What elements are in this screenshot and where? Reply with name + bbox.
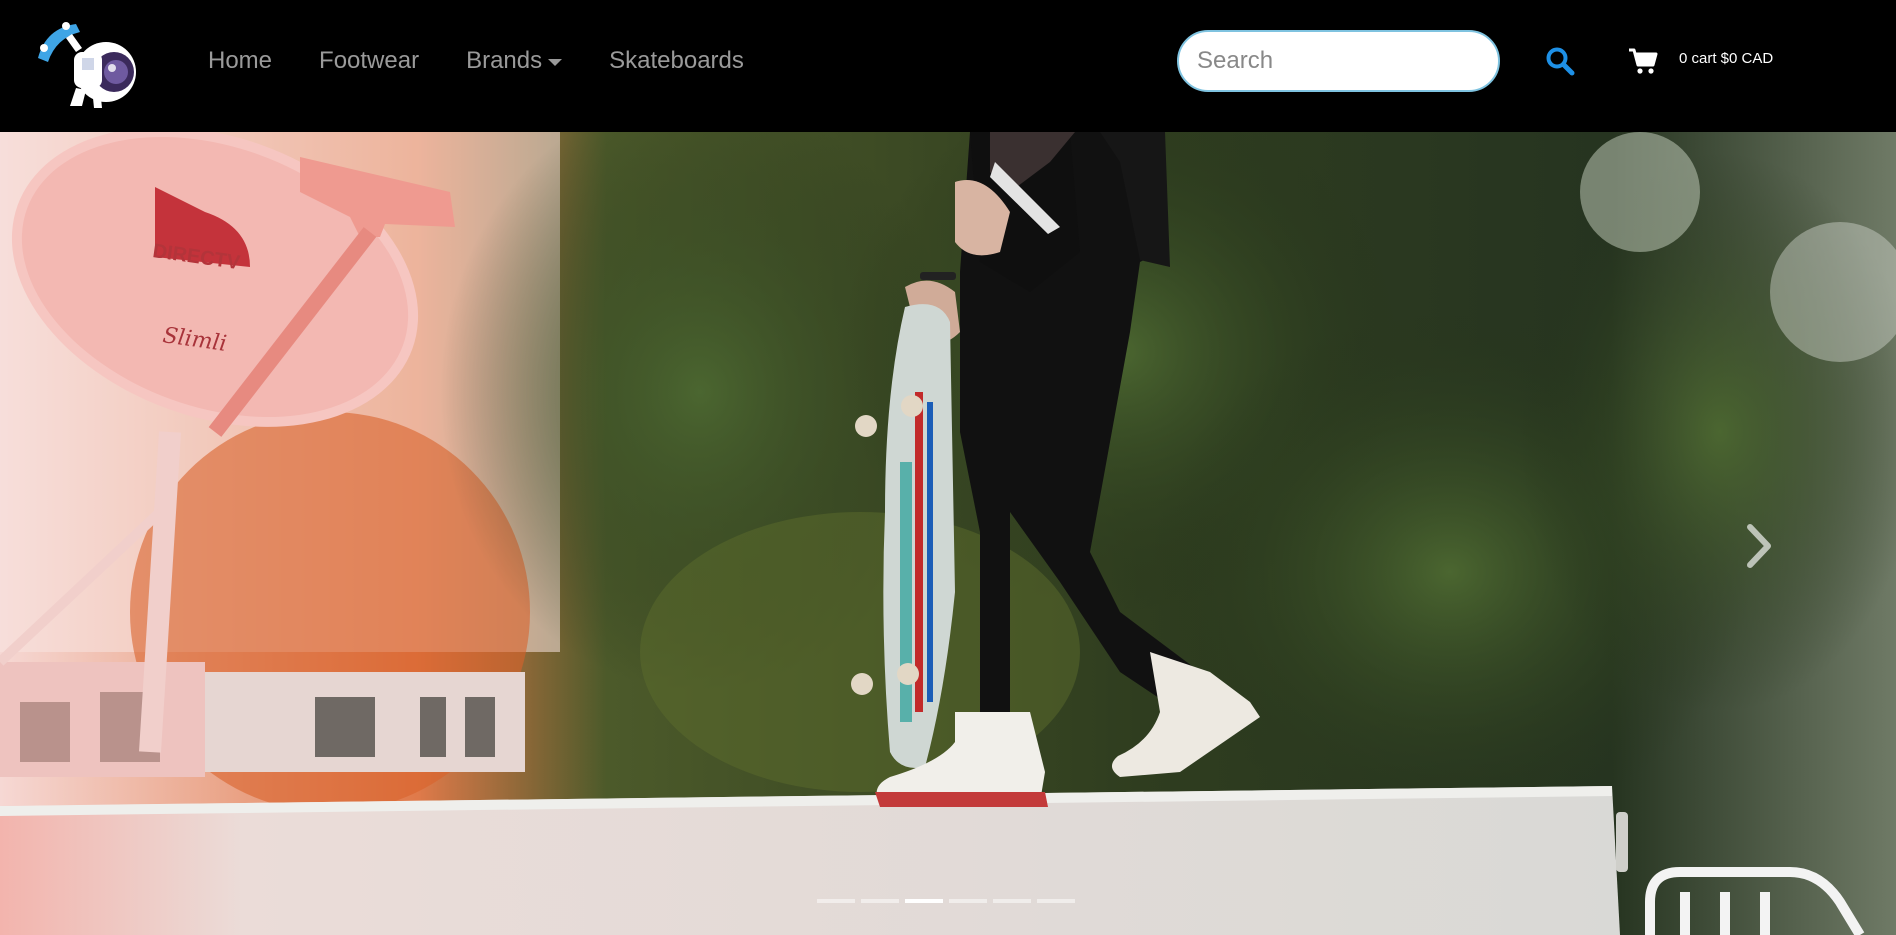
carousel-indicator[interactable] [1037, 899, 1075, 903]
cart-summary-link[interactable]: 0 cart $0 CAD [1679, 50, 1773, 67]
nav-link-home-label: Home [208, 47, 273, 74]
hero-slide-image: DIRECTV Slimli [0, 132, 1896, 935]
caret-down-icon [548, 58, 563, 66]
nav-link-skateboards[interactable]: Skateboards [609, 47, 744, 75]
carousel-indicator[interactable] [817, 899, 855, 903]
search-icon [1546, 47, 1575, 75]
nav-link-footwear[interactable]: Footwear [319, 47, 419, 75]
astronaut-logo-icon[interactable] [36, 18, 140, 110]
search-button[interactable] [1542, 44, 1578, 80]
nav-link-brands-dropdown[interactable]: Brands [466, 47, 563, 75]
top-navbar: Home Footwear Brands Skateboards 0 cart … [0, 0, 1896, 132]
hero-carousel: DIRECTV Slimli [0, 132, 1896, 935]
nav-link-footwear-label: Footwear [319, 47, 420, 74]
cart-icon[interactable] [1628, 47, 1658, 75]
carousel-indicators [817, 899, 1081, 903]
nav-link-skateboards-label: Skateboards [609, 47, 744, 74]
carousel-next-arrow-icon[interactable] [1742, 521, 1778, 571]
nav-links: Home Footwear Brands Skateboards [208, 0, 791, 122]
nav-link-home[interactable]: Home [208, 47, 272, 75]
carousel-indicator[interactable] [905, 899, 943, 903]
carousel-indicator[interactable] [993, 899, 1031, 903]
nav-link-brands-label: Brands [466, 47, 543, 74]
carousel-indicator[interactable] [949, 899, 987, 903]
search-input[interactable] [1177, 30, 1500, 92]
carousel-indicator[interactable] [861, 899, 899, 903]
